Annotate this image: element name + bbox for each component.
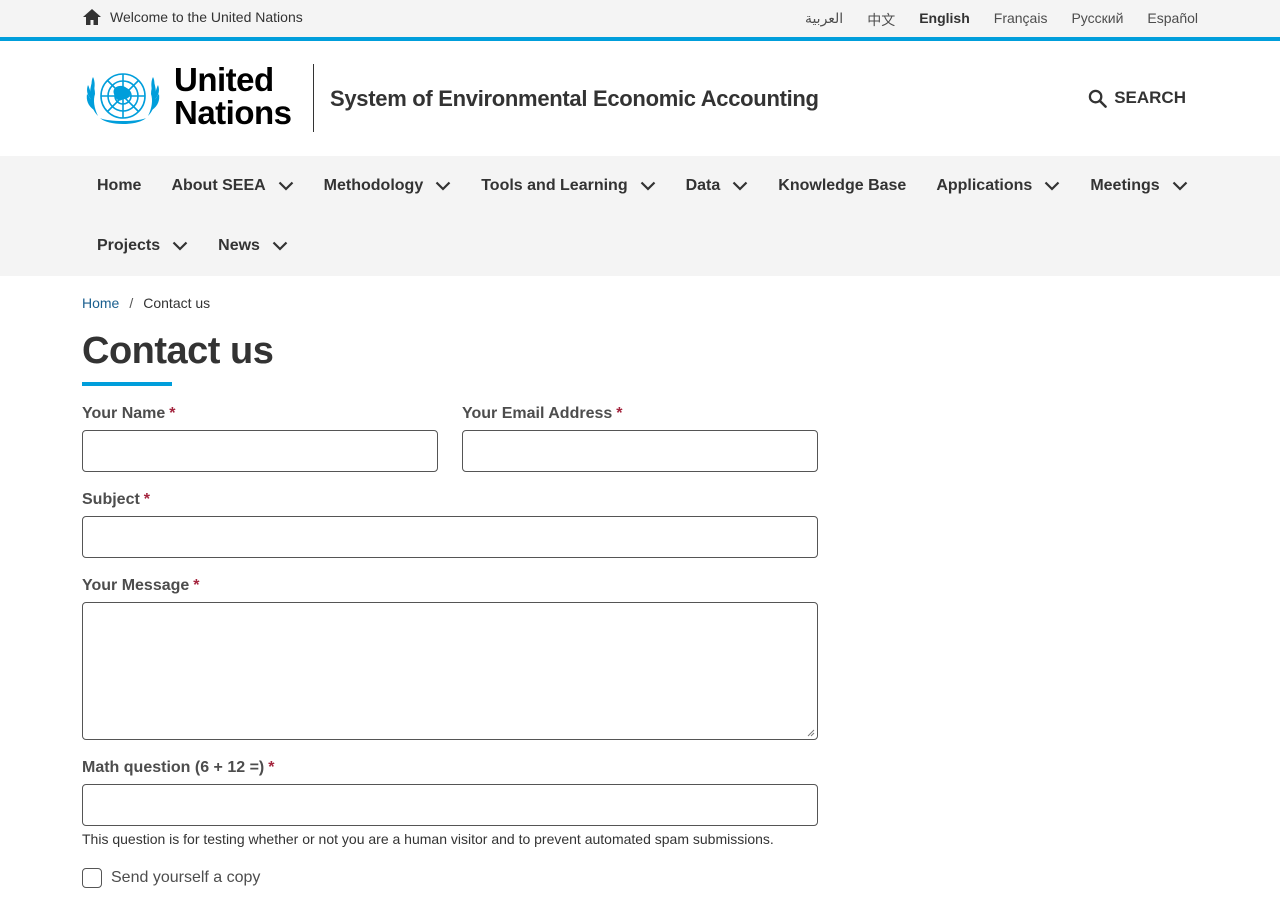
welcome-link[interactable]: Welcome to the United Nations bbox=[82, 8, 303, 26]
language-spanish[interactable]: Español bbox=[1147, 10, 1198, 30]
nav-item-data[interactable]: Data bbox=[671, 156, 764, 216]
math-help-text: This question is for testing whether or … bbox=[82, 831, 774, 847]
nav-item-meetings[interactable]: Meetings bbox=[1075, 156, 1202, 216]
language-russian[interactable]: Русский bbox=[1071, 10, 1123, 30]
subject-label: Subject * bbox=[82, 491, 150, 509]
nav-item-label: Tools and Learning bbox=[481, 177, 628, 194]
subject-label-text: Subject bbox=[82, 491, 140, 508]
page-title: Contact us bbox=[82, 330, 274, 372]
required-marker: * bbox=[616, 405, 623, 422]
chevron-down-icon bbox=[278, 181, 294, 191]
send-copy-label[interactable]: Send yourself a copy bbox=[111, 869, 260, 887]
chevron-down-icon bbox=[640, 181, 656, 191]
nav-item-knowledge-base[interactable]: Knowledge Base bbox=[763, 156, 921, 216]
nav-item-about-seea[interactable]: About SEEA bbox=[156, 156, 308, 216]
math-answer-field[interactable] bbox=[82, 784, 818, 826]
language-english[interactable]: English bbox=[919, 10, 970, 30]
language-arabic[interactable]: العربية bbox=[805, 10, 843, 30]
search-icon bbox=[1088, 89, 1108, 108]
search-button[interactable]: SEARCH bbox=[1088, 88, 1186, 108]
required-marker: * bbox=[193, 577, 200, 594]
email-label-text: Your Email Address bbox=[462, 405, 613, 422]
home-icon bbox=[82, 8, 102, 26]
search-label: SEARCH bbox=[1114, 88, 1186, 107]
required-marker: * bbox=[169, 405, 176, 422]
header-divider bbox=[313, 64, 314, 132]
title-underline bbox=[82, 382, 172, 386]
nav-item-label: Data bbox=[685, 177, 721, 194]
nav-item-label: Methodology bbox=[323, 177, 424, 194]
un-wordmark[interactable]: United Nations bbox=[174, 63, 292, 129]
name-label: Your Name * bbox=[82, 405, 176, 423]
nav-item-home[interactable]: Home bbox=[82, 156, 156, 216]
breadcrumb-home-link[interactable]: Home bbox=[82, 295, 119, 311]
message-label: Your Message * bbox=[82, 577, 200, 595]
send-copy-row: Send yourself a copy bbox=[82, 868, 260, 888]
nav-item-label: Applications bbox=[936, 177, 1033, 194]
language-chinese[interactable]: 中文 bbox=[867, 10, 895, 30]
nav-row-1: Home About SEEA Methodology Tools and Le… bbox=[82, 156, 1203, 216]
message-textarea[interactable] bbox=[82, 602, 818, 740]
nav-item-label: News bbox=[218, 237, 260, 254]
required-marker: * bbox=[143, 491, 151, 508]
email-label: Your Email Address * bbox=[462, 405, 623, 423]
site-name[interactable]: System of Environmental Economic Account… bbox=[330, 86, 819, 112]
nav-item-tools-and-learning[interactable]: Tools and Learning bbox=[466, 156, 670, 216]
email-field[interactable] bbox=[462, 430, 818, 472]
un-wordmark-line1: United bbox=[174, 61, 274, 98]
chevron-down-icon bbox=[732, 181, 748, 191]
send-copy-checkbox[interactable] bbox=[82, 868, 102, 888]
math-question-label: Math question (6 + 12 =) * bbox=[82, 759, 275, 777]
breadcrumb-separator: / bbox=[129, 295, 134, 311]
chevron-down-icon bbox=[1172, 181, 1188, 191]
nav-item-label: Meetings bbox=[1090, 177, 1160, 194]
breadcrumb: Home / Contact us bbox=[82, 295, 210, 311]
nav-item-news[interactable]: News bbox=[203, 216, 303, 276]
main-navigation: Home About SEEA Methodology Tools and Le… bbox=[0, 156, 1280, 276]
resize-grip-icon[interactable] bbox=[807, 729, 815, 737]
nav-item-methodology[interactable]: Methodology bbox=[309, 156, 467, 216]
un-wordmark-line2: Nations bbox=[174, 94, 292, 131]
language-french[interactable]: Français bbox=[994, 10, 1048, 30]
nav-item-label: Projects bbox=[97, 237, 161, 254]
language-switcher: العربية 中文 English Français Русский Espa… bbox=[805, 10, 1198, 30]
message-label-text: Your Message bbox=[82, 577, 190, 594]
nav-item-label: Home bbox=[97, 177, 142, 194]
subject-field[interactable] bbox=[82, 516, 818, 558]
nav-item-label: Knowledge Base bbox=[778, 177, 907, 194]
top-utility-bar: Welcome to the United Nations العربية 中文… bbox=[0, 0, 1280, 41]
chevron-down-icon bbox=[272, 241, 288, 251]
name-field[interactable] bbox=[82, 430, 438, 472]
name-label-text: Your Name bbox=[82, 405, 166, 422]
welcome-text: Welcome to the United Nations bbox=[110, 9, 303, 25]
chevron-down-icon bbox=[435, 181, 451, 191]
nav-item-projects[interactable]: Projects bbox=[82, 216, 203, 276]
required-marker: * bbox=[268, 759, 275, 776]
nav-row-2: Projects News bbox=[82, 216, 303, 276]
site-header: United Nations System of Environmental E… bbox=[0, 41, 1280, 156]
chevron-down-icon bbox=[1044, 181, 1060, 191]
math-question-label-text: Math question (6 + 12 =) bbox=[82, 759, 265, 776]
nav-item-label: About SEEA bbox=[171, 177, 266, 194]
chevron-down-icon bbox=[172, 241, 188, 251]
breadcrumb-current: Contact us bbox=[143, 295, 211, 311]
un-emblem-icon[interactable] bbox=[82, 64, 164, 132]
nav-item-applications[interactable]: Applications bbox=[921, 156, 1075, 216]
